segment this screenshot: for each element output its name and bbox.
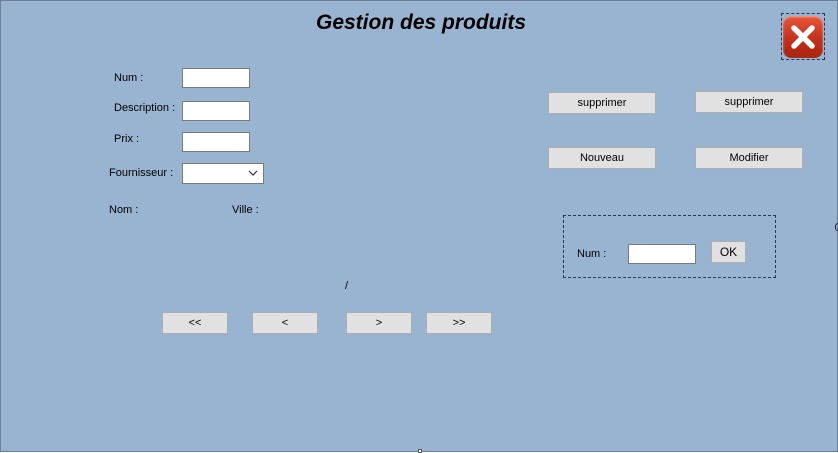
- prix-input[interactable]: [182, 132, 250, 152]
- resize-grip[interactable]: [418, 449, 422, 453]
- product-form: Gestion des produits Num : Description :…: [0, 0, 838, 453]
- fournisseur-select[interactable]: [182, 163, 264, 184]
- nouveau-button[interactable]: Nouveau: [548, 147, 656, 169]
- next-record-button[interactable]: >: [346, 312, 412, 334]
- fournisseur-label: Fournisseur :: [109, 167, 174, 179]
- num-label: Num :: [114, 72, 144, 84]
- close-button[interactable]: [783, 15, 823, 58]
- supprimer-button-2[interactable]: supprimer: [695, 91, 803, 113]
- record-position-separator: /: [345, 280, 349, 292]
- prix-label: Prix :: [114, 133, 140, 145]
- page-title: Gestion des produits: [315, 11, 527, 34]
- modifier-button[interactable]: Modifier: [695, 147, 803, 169]
- ok-button[interactable]: OK: [711, 241, 746, 263]
- chevron-down-icon: [248, 170, 258, 176]
- search-num-label: Num :: [577, 248, 607, 260]
- first-record-button[interactable]: <<: [162, 312, 228, 334]
- previous-record-button[interactable]: <: [252, 312, 318, 334]
- search-num-input[interactable]: [628, 244, 696, 264]
- close-button-focus-frame: [781, 13, 825, 60]
- ville-label: Ville :: [232, 204, 259, 216]
- search-panel: Num : OK: [563, 215, 776, 278]
- description-label: Description :: [114, 102, 176, 114]
- last-record-button[interactable]: >>: [426, 312, 492, 334]
- supprimer-button[interactable]: supprimer: [548, 92, 656, 114]
- num-input[interactable]: [182, 68, 250, 88]
- close-icon: [791, 24, 815, 49]
- description-input[interactable]: [182, 101, 250, 121]
- nom-label: Nom :: [109, 204, 139, 216]
